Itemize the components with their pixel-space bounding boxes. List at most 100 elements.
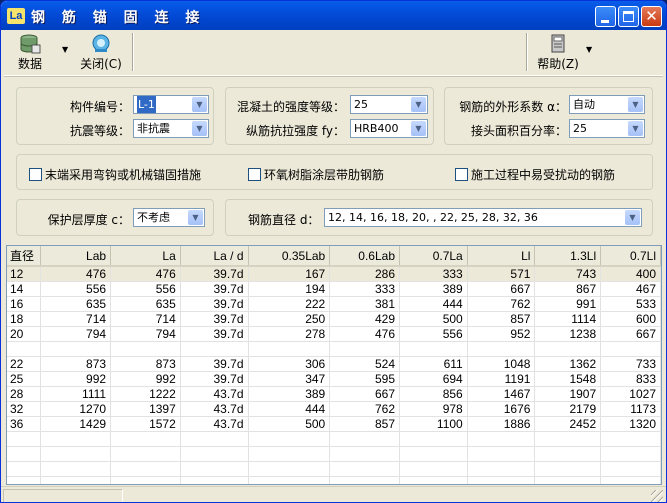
column-header[interactable]: La / d [180, 246, 249, 267]
table-cell: 476 [40, 266, 112, 282]
data-button[interactable]: 数据 [12, 33, 48, 73]
cover-select[interactable]: 不考虑 ▼ [133, 208, 205, 227]
table-row[interactable]: 16 635 635 39.7d 222 381 444 762 991 533 [7, 296, 661, 312]
table-cell: 978 [399, 401, 468, 417]
table-row[interactable]: 14 556 556 39.7d 194 333 389 667 867 467 [7, 281, 661, 297]
table-cell [110, 431, 181, 447]
table-row[interactable] [7, 446, 661, 462]
help-button[interactable]: 帮助(Z) [536, 33, 580, 73]
column-header[interactable]: 0.7La [399, 246, 468, 267]
table-cell: 873 [40, 356, 112, 372]
table-cell: 992 [110, 371, 181, 387]
table-cell [399, 341, 468, 357]
column-header[interactable]: 0.7Ll [600, 246, 661, 267]
table-cell: 1362 [534, 356, 602, 372]
table-cell [40, 476, 112, 484]
table-cell: 16 [7, 296, 42, 312]
table-cell: 762 [329, 401, 400, 417]
maximize-button[interactable] [618, 6, 639, 27]
rebar-strength-label: 纵筋抗拉强度 fy： [246, 124, 345, 138]
diameter-group: 钢筋直径 d： 12, 14, 16, 18, 20, , 22, 25, 28… [225, 199, 653, 236]
table-cell: 306 [248, 356, 331, 372]
epoxy-coated-checkbox[interactable]: 环氧树脂涂层带肋钢筋 [248, 166, 384, 183]
resize-grip-icon[interactable] [651, 490, 663, 502]
chevron-down-icon[interactable]: ▼ [192, 121, 207, 136]
results-table[interactable]: 直径 Lab La La / d 0.35Lab 0.6Lab 0.7La Ll 1.3Ll 0.… [6, 245, 662, 485]
table-row[interactable] [7, 461, 661, 477]
table-row[interactable] [7, 476, 661, 484]
table-cell: 667 [467, 281, 536, 297]
checkbox-icon[interactable] [29, 168, 42, 181]
database-icon [20, 34, 41, 54]
column-header[interactable]: Ll [467, 246, 536, 267]
table-cell: 286 [329, 266, 400, 282]
checkbox-icon[interactable] [248, 168, 261, 181]
table-row[interactable]: 36 1429 1572 43.7d 500 857 1100 1886 2452 1320 [7, 416, 661, 432]
column-header[interactable]: La [110, 246, 181, 267]
column-header[interactable]: 1.3Ll [534, 246, 602, 267]
chevron-down-icon[interactable]: ▼ [411, 121, 426, 136]
chevron-down-icon[interactable]: ▼ [625, 210, 640, 225]
table-cell [399, 476, 468, 484]
table-cell: 32 [7, 401, 42, 417]
table-cell: 556 [40, 281, 112, 297]
rebar-strength-select[interactable]: HRB400 ▼ [350, 119, 428, 138]
table-row[interactable] [7, 431, 661, 447]
title-bar[interactable]: La 钢 筋 锚 固 连 接 ✕ [1, 1, 666, 30]
close-button[interactable]: 关闭(C) [78, 33, 124, 73]
chevron-down-icon[interactable]: ▼ [192, 97, 207, 112]
table-row[interactable]: 28 1111 1222 43.7d 389 667 856 1467 1907 1027 [7, 386, 661, 402]
table-row[interactable] [7, 341, 661, 357]
table-cell [40, 461, 112, 477]
seismic-grade-select[interactable]: 非抗震 ▼ [133, 119, 209, 138]
concrete-grade-select[interactable]: 25 ▼ [350, 95, 428, 114]
column-header[interactable]: 0.35Lab [248, 246, 331, 267]
table-row[interactable]: 22 873 873 39.7d 306 524 611 1048 1362 733 [7, 356, 661, 372]
diameter-select[interactable]: 12, 14, 16, 18, 20, , 22, 25, 28, 32, 36… [324, 208, 642, 227]
cover-group: 保护层厚度 c： 不考虑 ▼ [16, 199, 214, 236]
data-dropdown-arrow-icon[interactable]: ▼ [62, 45, 68, 54]
chevron-down-icon[interactable]: ▼ [628, 97, 643, 112]
table-row[interactable]: 25 992 992 39.7d 347 595 694 1191 1548 833 [7, 371, 661, 387]
column-header[interactable]: Lab [40, 246, 112, 267]
table-cell: 991 [534, 296, 602, 312]
help-dropdown-arrow-icon[interactable]: ▼ [586, 45, 592, 54]
component-no-select[interactable]: L-1 ▼ [133, 95, 209, 114]
table-cell [534, 476, 602, 484]
table-row[interactable]: 32 1270 1397 43.7d 444 762 978 1676 2179 1173 [7, 401, 661, 417]
toolbar-separator [132, 33, 134, 71]
table-cell [7, 431, 42, 447]
table-cell [600, 461, 661, 477]
table-cell: 43.7d [180, 416, 249, 432]
table-cell: 476 [110, 266, 181, 282]
column-header[interactable]: 0.6Lab [329, 246, 400, 267]
disturbance-checkbox[interactable]: 施工过程中易受扰动的钢筋 [455, 166, 615, 183]
column-header[interactable]: 直径 [7, 246, 42, 267]
diameter-label: 钢筋直径 d： [248, 213, 320, 227]
table-row[interactable]: 18 714 714 39.7d 250 429 500 857 1114 600 [7, 311, 661, 327]
toolbar-separator [526, 33, 528, 71]
table-cell: 1191 [467, 371, 536, 387]
table-row[interactable]: 20 794 794 39.7d 278 476 556 952 1238 667 [7, 326, 661, 342]
joint-ratio-select[interactable]: 25 ▼ [569, 119, 645, 138]
chevron-down-icon[interactable]: ▼ [411, 97, 426, 112]
hook-anchorage-checkbox[interactable]: 末端采用弯钩或机械锚固措施 [29, 166, 201, 183]
table-cell: 347 [248, 371, 331, 387]
chevron-down-icon[interactable]: ▼ [188, 210, 203, 225]
minimize-button[interactable] [595, 6, 616, 27]
table-cell: 635 [40, 296, 112, 312]
table-row[interactable]: 12 476 476 39.7d 167 286 333 571 743 400 [7, 266, 661, 282]
table-cell: 28 [7, 386, 42, 402]
table-cell [329, 476, 400, 484]
shape-coef-select[interactable]: 自动 ▼ [569, 95, 645, 114]
help-book-icon [551, 34, 565, 53]
checkbox-icon[interactable] [455, 168, 468, 181]
table-cell [467, 431, 536, 447]
table-cell: 429 [329, 311, 400, 327]
table-cell: 43.7d [180, 386, 249, 402]
chevron-down-icon[interactable]: ▼ [628, 121, 643, 136]
close-window-button[interactable]: ✕ [641, 6, 662, 27]
status-pane [3, 489, 123, 502]
shape-coef-label: 钢筋的外形系数 α： [459, 100, 567, 114]
table-cell: 1100 [399, 416, 468, 432]
